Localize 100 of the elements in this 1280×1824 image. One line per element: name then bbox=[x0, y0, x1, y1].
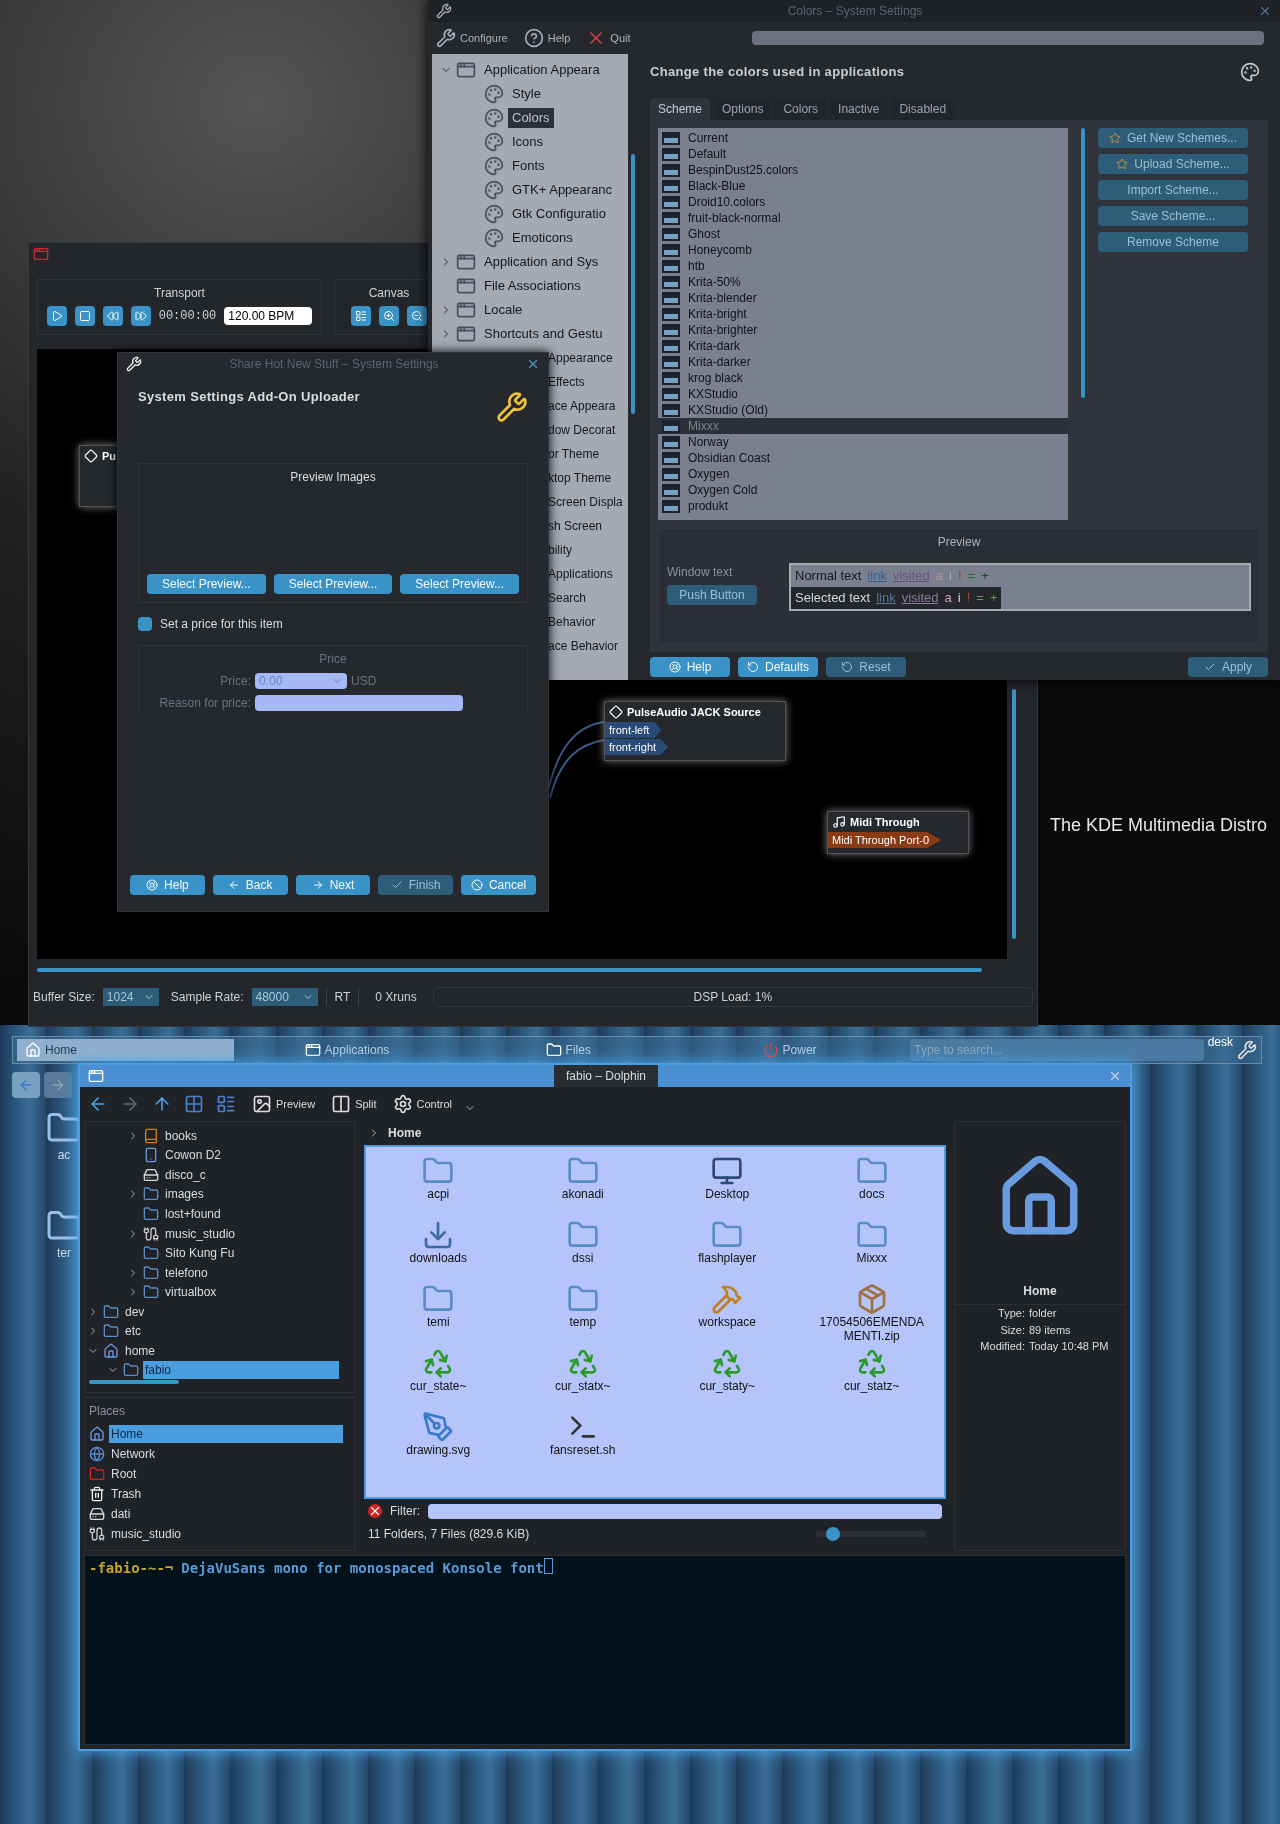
scheme-item[interactable]: Norway bbox=[658, 434, 1068, 450]
jack-node[interactable]: PulseAudio JACK Source front-left front-right bbox=[604, 701, 786, 761]
tree-item[interactable]: images bbox=[163, 1185, 206, 1204]
tree-item[interactable]: home bbox=[123, 1341, 158, 1360]
place-item[interactable]: Root bbox=[109, 1465, 139, 1483]
reason-field[interactable] bbox=[255, 695, 463, 711]
tree-item[interactable]: Applications bbox=[548, 565, 613, 583]
place-item[interactable]: music_studio bbox=[109, 1525, 184, 1543]
file-name[interactable]: temi bbox=[383, 1315, 494, 1329]
scheme-item[interactable]: Krita-blender bbox=[658, 290, 1068, 306]
tree-item[interactable]: Application Appeara bbox=[480, 60, 604, 80]
tree-item[interactable]: Fonts bbox=[508, 156, 549, 176]
file-name[interactable]: dssi bbox=[527, 1251, 638, 1265]
launcher-tab[interactable]: Power bbox=[680, 1039, 899, 1061]
tree-item[interactable]: Style bbox=[508, 84, 545, 104]
slider-thumb[interactable] bbox=[825, 1527, 840, 1541]
scheme-item[interactable]: htb bbox=[658, 258, 1068, 274]
search-field[interactable]: Type to search... bbox=[910, 1039, 1204, 1061]
tree-item[interactable]: Sito Kung Fu bbox=[163, 1244, 237, 1263]
push-button[interactable]: Push Button bbox=[667, 585, 757, 605]
bpm-field[interactable]: 120.00 BPM bbox=[224, 307, 313, 325]
scheme-item[interactable]: Default bbox=[658, 146, 1068, 162]
scrollbar[interactable] bbox=[89, 1380, 179, 1384]
filter-field[interactable] bbox=[428, 1503, 942, 1519]
tree-item[interactable]: virtualbox bbox=[163, 1283, 219, 1302]
launcher-tab[interactable]: Applications bbox=[238, 1039, 456, 1061]
tab[interactable]: Scheme bbox=[650, 98, 711, 120]
file-name[interactable]: cur_state~ bbox=[383, 1379, 494, 1393]
scheme-item[interactable]: Obsidian Coast bbox=[658, 450, 1068, 466]
tree-item[interactable]: books bbox=[163, 1126, 200, 1145]
launcher-tab[interactable]: Home bbox=[17, 1039, 235, 1061]
tree-item[interactable]: fabio bbox=[143, 1361, 339, 1380]
scrollbar[interactable] bbox=[1012, 689, 1016, 939]
scheme-item[interactable]: Krita-darker bbox=[658, 354, 1068, 370]
tree-item[interactable]: or Theme bbox=[548, 445, 600, 463]
place-item[interactable]: dati bbox=[109, 1505, 133, 1523]
scrollbar[interactable] bbox=[631, 154, 635, 414]
toolbar-button[interactable]: Split bbox=[331, 1094, 377, 1114]
forward-button[interactable] bbox=[44, 1072, 72, 1098]
tree-item[interactable]: Effects bbox=[548, 373, 585, 391]
tree-item[interactable]: dow Decorat bbox=[548, 421, 616, 439]
activity-label[interactable]: desk bbox=[1207, 1033, 1233, 1051]
file-name[interactable]: cur_statx~ bbox=[527, 1379, 638, 1393]
desktop-icon-label[interactable]: ter bbox=[57, 1244, 71, 1262]
toolbar-button[interactable]: Help bbox=[523, 28, 571, 48]
tree-item[interactable]: ace Appeara bbox=[548, 397, 616, 415]
file-name[interactable]: cur_staty~ bbox=[672, 1379, 783, 1393]
scheme-item[interactable]: Krita-bright bbox=[658, 306, 1068, 322]
port[interactable]: front-left bbox=[605, 722, 662, 738]
place-item[interactable]: Trash bbox=[109, 1485, 144, 1503]
rate-dropdown[interactable]: 48000 bbox=[251, 988, 318, 1006]
tree-item[interactable]: ace Behavior bbox=[548, 637, 619, 655]
file-name[interactable]: flashplayer bbox=[672, 1251, 783, 1265]
tree-item[interactable]: ktop Theme bbox=[548, 469, 612, 487]
tree-item[interactable]: Search bbox=[548, 589, 587, 607]
tree-item[interactable]: Locale bbox=[480, 300, 527, 320]
tree-item[interactable]: GTK+ Appearanc bbox=[508, 180, 617, 200]
scheme-item[interactable]: Oxygen bbox=[658, 466, 1068, 482]
desktop-icon-label[interactable]: ac bbox=[57, 1146, 71, 1164]
file-name[interactable]: fansreset.sh bbox=[527, 1443, 638, 1457]
tree-item[interactable]: etc bbox=[123, 1322, 143, 1341]
scheme-button[interactable]: Import Scheme... bbox=[1098, 180, 1248, 200]
scheme-item[interactable]: BespinDust25.colors bbox=[658, 162, 1068, 178]
file-name[interactable]: Mixxx bbox=[816, 1251, 927, 1265]
buffer-dropdown[interactable]: 1024 bbox=[102, 988, 159, 1006]
back-button[interactable] bbox=[12, 1072, 40, 1098]
tree-item[interactable]: Icons bbox=[508, 132, 548, 152]
file-name[interactable]: akonadi bbox=[527, 1187, 638, 1201]
tree-item[interactable]: Emoticons bbox=[508, 228, 577, 248]
tree-item[interactable]: bility bbox=[548, 541, 572, 559]
tree-item[interactable]: telefono bbox=[163, 1263, 210, 1282]
scheme-item[interactable]: KXStudio (Old) bbox=[658, 402, 1068, 418]
file-name[interactable]: workspace bbox=[672, 1315, 783, 1329]
tree-item[interactable]: Application and Sys bbox=[480, 252, 603, 272]
scheme-button[interactable]: Upload Scheme... bbox=[1098, 154, 1248, 174]
tree-item[interactable]: File Associations bbox=[480, 276, 585, 296]
toolbar-button[interactable]: Control bbox=[392, 1094, 452, 1114]
scheme-item[interactable]: Krita-brighter bbox=[658, 322, 1068, 338]
search-field[interactable] bbox=[752, 31, 1264, 45]
scheme-item[interactable]: produkt bbox=[658, 498, 1068, 514]
scheme-item[interactable]: KXStudio bbox=[658, 386, 1068, 402]
tree-item[interactable]: dev bbox=[123, 1302, 147, 1321]
tree-item[interactable]: Gtk Configuratio bbox=[508, 204, 610, 224]
file-name[interactable]: drawing.svg bbox=[383, 1443, 494, 1457]
tree-item[interactable]: Cowon D2 bbox=[163, 1146, 224, 1165]
toolbar-button[interactable]: Configure bbox=[436, 28, 508, 48]
file-name[interactable]: 17054506EMENDAMENTI.zip bbox=[816, 1315, 927, 1343]
tree-item[interactable]: Colors bbox=[508, 108, 554, 128]
scheme-item[interactable]: Oxygen Cold bbox=[658, 482, 1068, 498]
scheme-item[interactable]: Current bbox=[658, 130, 1068, 146]
tree-item[interactable]: music_studio bbox=[163, 1224, 238, 1243]
tree-item[interactable]: Appearance bbox=[548, 349, 613, 367]
scrollbar[interactable] bbox=[1081, 128, 1085, 398]
scheme-item[interactable]: fruit-black-normal bbox=[658, 210, 1068, 226]
file-name[interactable]: cur_statz~ bbox=[816, 1379, 927, 1393]
checkbox[interactable] bbox=[138, 617, 152, 631]
scheme-item[interactable]: Honeycomb bbox=[658, 242, 1068, 258]
scheme-item[interactable]: Black-Blue bbox=[658, 178, 1068, 194]
file-name[interactable]: downloads bbox=[383, 1251, 494, 1265]
scrollbar[interactable] bbox=[37, 968, 982, 972]
